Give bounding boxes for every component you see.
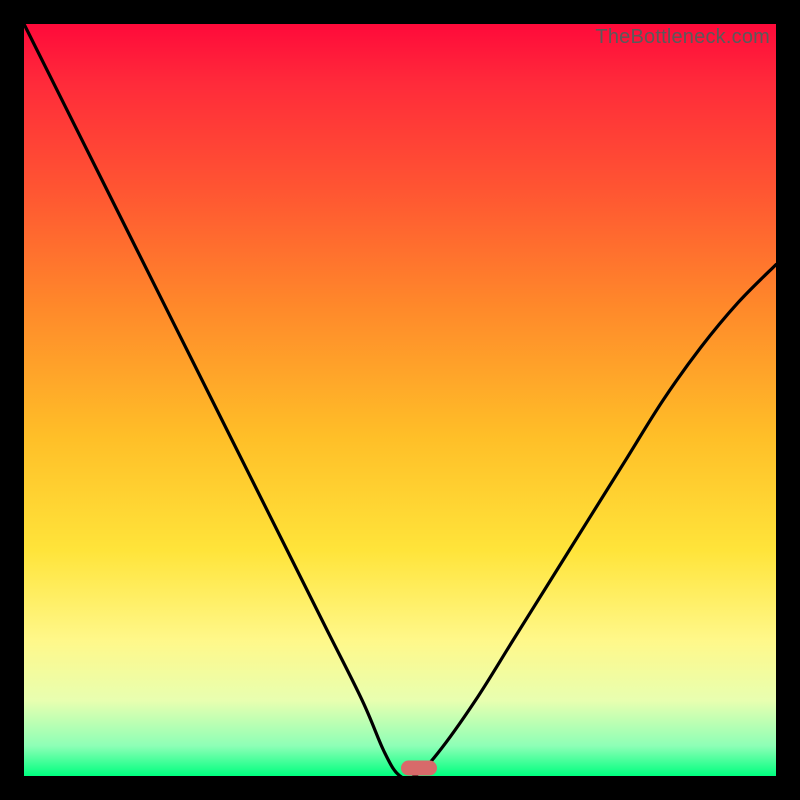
watermark-text: TheBottleneck.com — [595, 26, 770, 49]
curve-path — [24, 24, 776, 776]
chart-frame: TheBottleneck.com — [0, 0, 800, 800]
optimum-marker — [401, 761, 437, 776]
plot-area: TheBottleneck.com — [24, 24, 776, 776]
bottleneck-curve — [24, 24, 776, 776]
